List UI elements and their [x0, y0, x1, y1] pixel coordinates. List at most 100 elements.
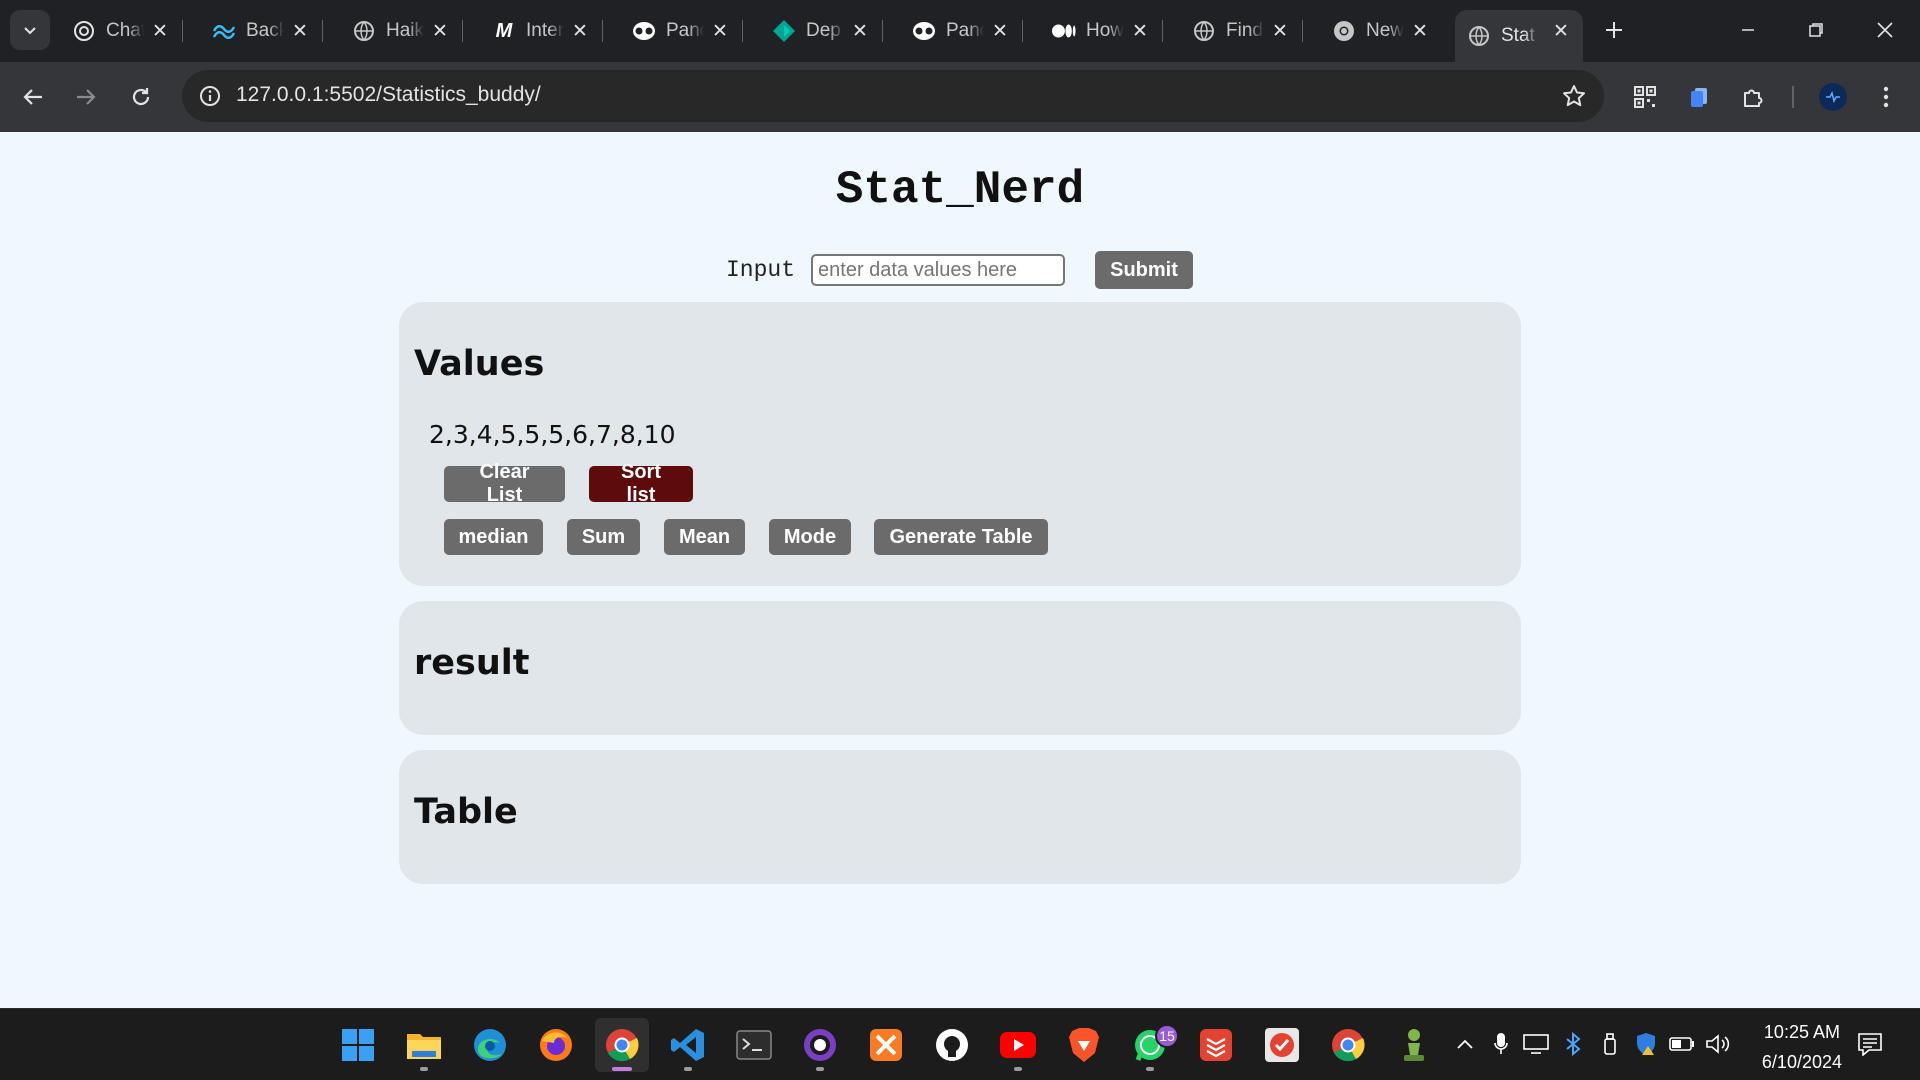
terminal-taskbar-icon[interactable] — [727, 1018, 781, 1072]
close-window-button[interactable] — [1855, 8, 1915, 52]
panda-icon — [632, 19, 656, 43]
url-text[interactable]: 127.0.0.1:5502/Statistics_buddy/ — [236, 83, 541, 107]
whatsapp-taskbar-icon[interactable]: 15 — [1123, 1018, 1179, 1072]
extensions-puzzle-icon[interactable] — [1735, 79, 1771, 115]
tasks-check-taskbar-icon[interactable] — [1255, 1018, 1309, 1072]
tab-pand-1[interactable]: Pand ✕ — [620, 10, 743, 52]
tab-pand-2[interactable]: Pand ✕ — [900, 10, 1023, 52]
security-shield-icon[interactable] — [1633, 1031, 1659, 1057]
mean-button[interactable]: Mean — [664, 519, 745, 555]
restore-icon — [1809, 23, 1823, 37]
tab-search-button[interactable] — [10, 10, 50, 50]
todoist-taskbar-icon[interactable] — [1189, 1018, 1243, 1072]
tab-haik[interactable]: Haik ✕ — [340, 10, 463, 52]
display-icon[interactable] — [1523, 1031, 1549, 1057]
tab-back[interactable]: Back ✕ — [200, 10, 323, 52]
tab-title: Stat — [1501, 25, 1535, 46]
close-icon[interactable]: ✕ — [1549, 19, 1573, 43]
tab-find[interactable]: Find ✕ — [1180, 10, 1303, 52]
tab-title: Back — [246, 20, 284, 41]
sum-button[interactable]: Sum — [567, 519, 640, 555]
new-tab-button[interactable] — [1598, 14, 1630, 46]
tab-title: Chat — [106, 20, 144, 41]
close-icon[interactable]: ✕ — [708, 19, 732, 43]
bluetooth-icon[interactable] — [1560, 1031, 1586, 1057]
sort-list-button[interactable]: Sort list — [589, 461, 693, 506]
close-icon[interactable]: ✕ — [988, 19, 1012, 43]
profile-avatar[interactable] — [1815, 79, 1851, 115]
browser-toolbar: 127.0.0.1:5502/Statistics_buddy/ — [0, 62, 1920, 132]
system-clock[interactable]: 10:25 AM 6/10/2024 — [1762, 1017, 1842, 1077]
battery-icon[interactable] — [1669, 1031, 1695, 1057]
result-card: result — [399, 601, 1521, 735]
minimize-button[interactable] — [1718, 8, 1778, 52]
microphone-icon[interactable] — [1488, 1031, 1514, 1057]
close-icon — [1877, 22, 1893, 38]
chrome-alt-taskbar-icon[interactable] — [1321, 1018, 1375, 1072]
tab-inter[interactable]: M Inter ✕ — [480, 10, 603, 52]
extension-docs-icon[interactable] — [1681, 79, 1717, 115]
close-icon[interactable]: ✕ — [848, 19, 872, 43]
minimize-icon — [1742, 29, 1754, 31]
start-button[interactable] — [331, 1018, 385, 1072]
forward-button[interactable] — [66, 77, 106, 117]
result-heading: result — [414, 643, 530, 683]
close-icon[interactable]: ✕ — [288, 19, 312, 43]
chess-taskbar-icon[interactable] — [1387, 1018, 1441, 1072]
site-info-icon[interactable] — [194, 80, 226, 112]
firefox-taskbar-icon[interactable] — [529, 1018, 583, 1072]
tab-title: New — [1366, 20, 1404, 41]
file-explorer-taskbar-icon[interactable] — [397, 1018, 451, 1072]
clock-time: 10:25 AM — [1763, 1022, 1840, 1042]
address-bar[interactable]: 127.0.0.1:5502/Statistics_buddy/ — [182, 70, 1604, 122]
close-icon[interactable]: ✕ — [1268, 19, 1292, 43]
generate-table-button[interactable]: Generate Table — [874, 519, 1048, 555]
close-icon[interactable]: ✕ — [1408, 19, 1432, 43]
close-icon[interactable]: ✕ — [1128, 19, 1152, 43]
toolbar-divider — [1792, 86, 1794, 108]
qr-code-icon[interactable] — [1627, 79, 1663, 115]
tab-title: Haik — [386, 20, 424, 41]
app-title: Stat_Nerd — [835, 164, 1085, 216]
tab-title: Pand — [666, 20, 704, 41]
notifications-icon[interactable] — [1857, 1031, 1883, 1057]
table-card: Table — [399, 750, 1521, 884]
youtube-taskbar-icon[interactable] — [991, 1018, 1045, 1072]
globe-icon — [1467, 24, 1491, 48]
plus-icon — [1606, 22, 1622, 38]
reload-button[interactable] — [121, 77, 161, 117]
vscode-taskbar-icon[interactable] — [661, 1018, 715, 1072]
clear-list-button[interactable]: Clear List — [444, 461, 565, 506]
volume-icon[interactable] — [1705, 1031, 1731, 1057]
chevron-up-icon[interactable] — [1452, 1031, 1478, 1057]
submit-button[interactable]: Submit — [1095, 251, 1194, 289]
reload-icon — [132, 88, 150, 106]
tab-dep[interactable]: Dep ✕ — [760, 10, 883, 52]
tab-new[interactable]: New ✕ — [1320, 10, 1442, 52]
tab-how[interactable]: How ✕ — [1040, 10, 1163, 52]
close-icon[interactable]: ✕ — [148, 19, 172, 43]
chrome-menu-icon[interactable] — [1868, 79, 1904, 115]
tab-stat-active[interactable]: Stat ✕ — [1455, 10, 1583, 62]
brave-taskbar-icon[interactable] — [1057, 1018, 1111, 1072]
median-button[interactable]: median — [444, 519, 543, 555]
chrome-taskbar-icon[interactable] — [595, 1018, 649, 1072]
notification-badge: 15 — [1155, 1024, 1179, 1048]
restore-button[interactable] — [1786, 8, 1846, 52]
tab-title: Inter — [526, 20, 564, 41]
github-taskbar-icon[interactable] — [925, 1018, 979, 1072]
usb-drive-icon[interactable] — [1597, 1031, 1623, 1057]
data-input-field[interactable] — [811, 254, 1066, 286]
mode-button[interactable]: Mode — [769, 519, 851, 555]
values-card: Values 2,3,4,5,5,5,6,7,8,10 Clear List S… — [399, 302, 1521, 586]
bookmark-star-icon[interactable] — [1558, 80, 1590, 112]
xampp-taskbar-icon[interactable] — [859, 1018, 913, 1072]
page-viewport: Stat_Nerd Input Submit Values 2,3,4,5,5,… — [0, 132, 1920, 1008]
close-icon[interactable]: ✕ — [568, 19, 592, 43]
edge-taskbar-icon[interactable] — [463, 1018, 517, 1072]
github-desktop-taskbar-icon[interactable] — [793, 1018, 847, 1072]
chatgpt-icon — [72, 19, 96, 43]
close-icon[interactable]: ✕ — [428, 19, 452, 43]
back-button[interactable] — [13, 77, 53, 117]
tab-chat[interactable]: Chat ✕ — [60, 10, 183, 52]
